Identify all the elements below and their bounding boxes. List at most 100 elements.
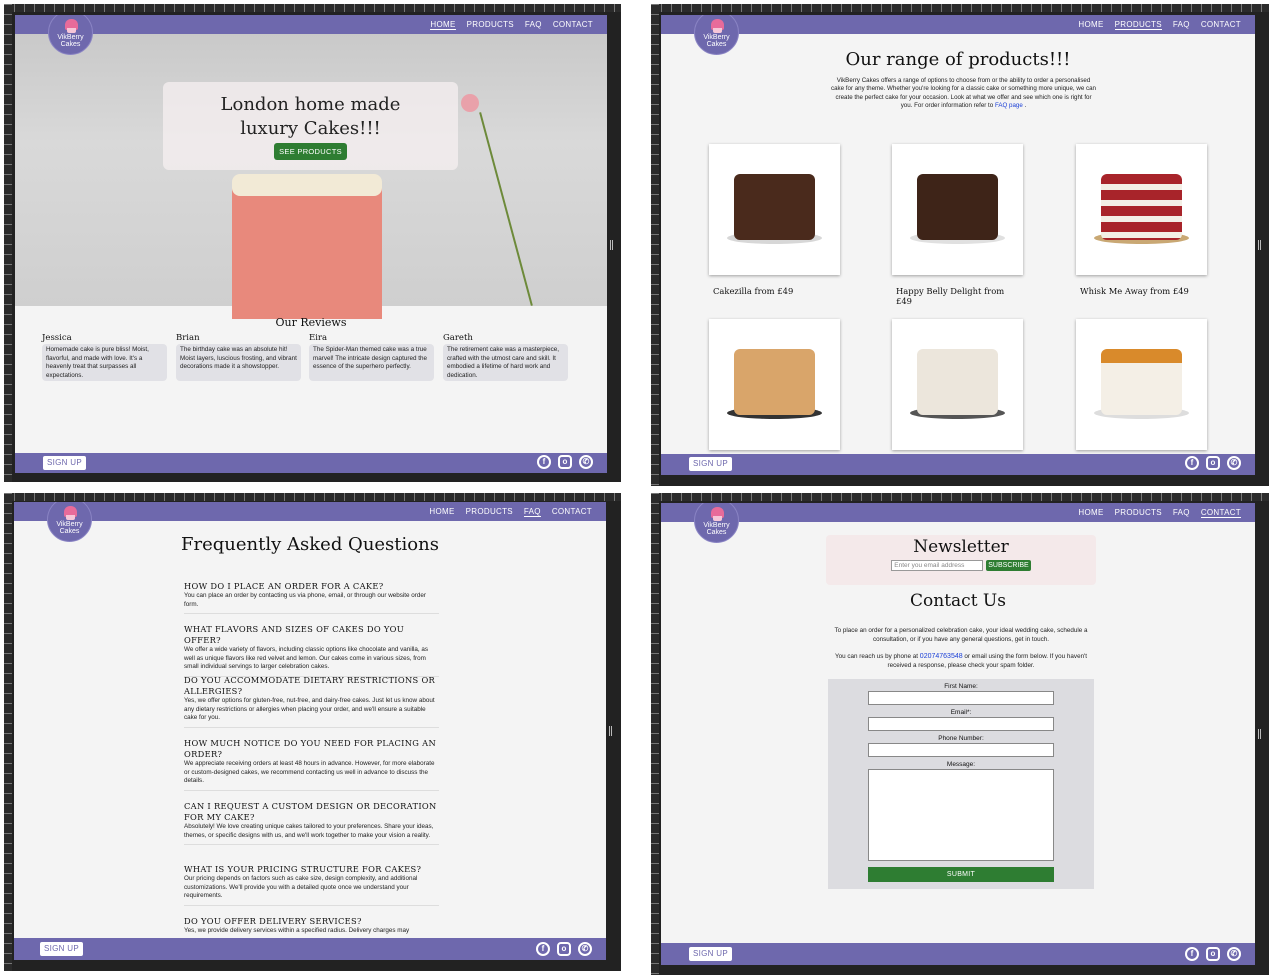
nav-faq[interactable]: FAQ	[1173, 20, 1190, 29]
first-name-label: First Name:	[944, 683, 978, 690]
whatsapp-icon[interactable]: ✆	[579, 455, 593, 469]
products-viewport: HOME PRODUCTS FAQ CONTACT VikBerry Cakes …	[661, 15, 1255, 475]
social-links: f o ✆	[1185, 947, 1241, 961]
vertical-ruler	[4, 4, 12, 482]
review-text: Homemade cake is pure bliss! Moist, flav…	[42, 344, 167, 381]
product-card[interactable]	[892, 144, 1023, 275]
instagram-icon[interactable]: o	[1206, 947, 1220, 961]
faq-answer: We appreciate receiving orders at least …	[184, 760, 439, 791]
sign-up-button[interactable]: SIGN UP	[40, 942, 83, 956]
phone-label: Phone Number:	[938, 735, 984, 742]
facebook-icon[interactable]: f	[1185, 947, 1199, 961]
faq-question: WHAT FLAVORS AND SIZES OF CAKES DO YOU O…	[184, 624, 405, 645]
contact-viewport: HOME PRODUCTS FAQ CONTACT VikBerry Cakes …	[661, 503, 1255, 965]
instagram-icon[interactable]: o	[1206, 456, 1220, 470]
sign-up-button[interactable]: SIGN UP	[43, 456, 86, 470]
nav-home[interactable]: HOME	[429, 507, 454, 516]
horizontal-ruler	[4, 493, 621, 501]
message-label: Message:	[946, 761, 976, 768]
resize-handle[interactable]	[609, 726, 612, 736]
product-card[interactable]	[892, 319, 1023, 450]
nav-home[interactable]: HOME	[1078, 508, 1103, 517]
whatsapp-icon[interactable]: ✆	[578, 942, 592, 956]
message-textarea[interactable]	[868, 769, 1054, 861]
faq-item: HOW MUCH NOTICE DO YOU NEED FOR PLACING …	[184, 738, 439, 791]
logo[interactable]: VikBerry Cakes	[694, 503, 739, 543]
whatsapp-icon[interactable]: ✆	[1227, 456, 1241, 470]
product-card[interactable]	[1076, 319, 1207, 450]
social-links: f o ✆	[537, 455, 593, 469]
facebook-icon[interactable]: f	[537, 455, 551, 469]
nav-home[interactable]: HOME	[430, 20, 456, 30]
products-description: VikBerry Cakes offers a range of options…	[831, 77, 1096, 109]
email-input[interactable]	[868, 717, 1054, 731]
whatsapp-icon[interactable]: ✆	[1227, 947, 1241, 961]
resize-handle[interactable]	[1258, 729, 1261, 739]
instagram-icon[interactable]: o	[558, 455, 572, 469]
nav-faq[interactable]: FAQ	[525, 20, 542, 29]
hero-title: London home made luxury Cakes!!!	[220, 94, 401, 139]
review-text: The Spider-Man themed cake was a true ma…	[309, 344, 434, 381]
review-name: Eira	[309, 333, 328, 343]
sign-up-button[interactable]: SIGN UP	[689, 947, 732, 961]
nav-products[interactable]: PRODUCTS	[1114, 20, 1162, 30]
newsletter-email-input[interactable]: Enter you email address	[891, 560, 984, 571]
faq-answer: Yes, we offer options for gluten-free, n…	[184, 697, 439, 728]
hero-cake-top	[232, 174, 382, 196]
hero-cake	[232, 179, 382, 319]
red-velvet-cake	[1101, 174, 1182, 240]
nav-home[interactable]: HOME	[1078, 20, 1103, 29]
products-panel: HOME PRODUCTS FAQ CONTACT VikBerry Cakes …	[651, 4, 1269, 486]
nav-products[interactable]: PRODUCTS	[1115, 508, 1162, 517]
nav-products[interactable]: PRODUCTS	[466, 507, 513, 516]
nav-products[interactable]: PRODUCTS	[467, 20, 514, 29]
faq-question: WHAT IS YOUR PRICING STRUCTURE FOR CAKES…	[184, 864, 422, 874]
submit-button[interactable]: SUBMIT	[868, 867, 1054, 882]
rose-stem	[479, 112, 533, 306]
phone-link[interactable]: 02074763548	[920, 653, 963, 660]
facebook-icon[interactable]: f	[1185, 456, 1199, 470]
phone-input[interactable]	[868, 743, 1054, 757]
faq-answer: Absolutely! We love creating unique cake…	[184, 823, 439, 845]
nav-contact[interactable]: CONTACT	[1201, 20, 1241, 29]
nav-contact[interactable]: CONTACT	[552, 507, 592, 516]
resize-handle[interactable]	[1258, 240, 1261, 250]
review-card: Brian The birthday cake was an absolute …	[176, 333, 301, 381]
nav-faq[interactable]: FAQ	[523, 507, 541, 517]
nav-contact[interactable]: CONTACT	[553, 20, 593, 29]
facebook-icon[interactable]: f	[536, 942, 550, 956]
sign-up-button[interactable]: SIGN UP	[689, 457, 732, 471]
horizontal-ruler	[651, 493, 1269, 501]
review-text: The birthday cake was an absolute hit! M…	[176, 344, 301, 381]
review-name: Brian	[176, 333, 200, 343]
footer: SIGN UP f o ✆	[15, 453, 607, 473]
social-links: f o ✆	[1185, 456, 1241, 470]
product-name: Happy Belly Delight from £49	[896, 286, 1005, 306]
hero-box: London home made luxury Cakes!!! SEE PRO…	[163, 82, 458, 170]
caramel-drip-cake	[1101, 349, 1182, 415]
subscribe-button[interactable]: SUBSCRIBE	[986, 560, 1031, 571]
reviews-title: Our Reviews	[275, 316, 347, 329]
faq-item: WHAT IS YOUR PRICING STRUCTURE FOR CAKES…	[184, 864, 439, 906]
faq-item: WHAT FLAVORS AND SIZES OF CAKES DO YOU O…	[184, 624, 439, 677]
review-card: Gareth The retirement cake was a masterp…	[443, 333, 568, 381]
horizontal-ruler	[651, 4, 1269, 12]
product-card[interactable]	[709, 319, 840, 450]
contact-intro: To place an order for a personalized cel…	[834, 627, 1088, 643]
faq-page-link[interactable]: FAQ page	[995, 102, 1023, 109]
product-card[interactable]	[709, 144, 840, 275]
rose-flower	[461, 94, 479, 112]
instagram-icon[interactable]: o	[557, 942, 571, 956]
nav-faq[interactable]: FAQ	[1173, 508, 1190, 517]
nav-contact[interactable]: CONTACT	[1200, 508, 1241, 518]
faq-question: HOW MUCH NOTICE DO YOU NEED FOR PLACING …	[184, 738, 437, 759]
cupcake-icon	[64, 506, 77, 520]
see-products-button[interactable]: SEE PRODUCTS	[274, 143, 347, 160]
faq-title: Frequently Asked Questions	[181, 534, 439, 555]
resize-handle[interactable]	[610, 240, 613, 250]
footer: SIGN UP f o ✆	[661, 454, 1255, 475]
cupcake-icon	[711, 507, 724, 521]
product-card[interactable]	[1076, 144, 1207, 275]
product-name: Cakezilla from £49	[713, 286, 794, 296]
first-name-input[interactable]	[868, 691, 1054, 705]
